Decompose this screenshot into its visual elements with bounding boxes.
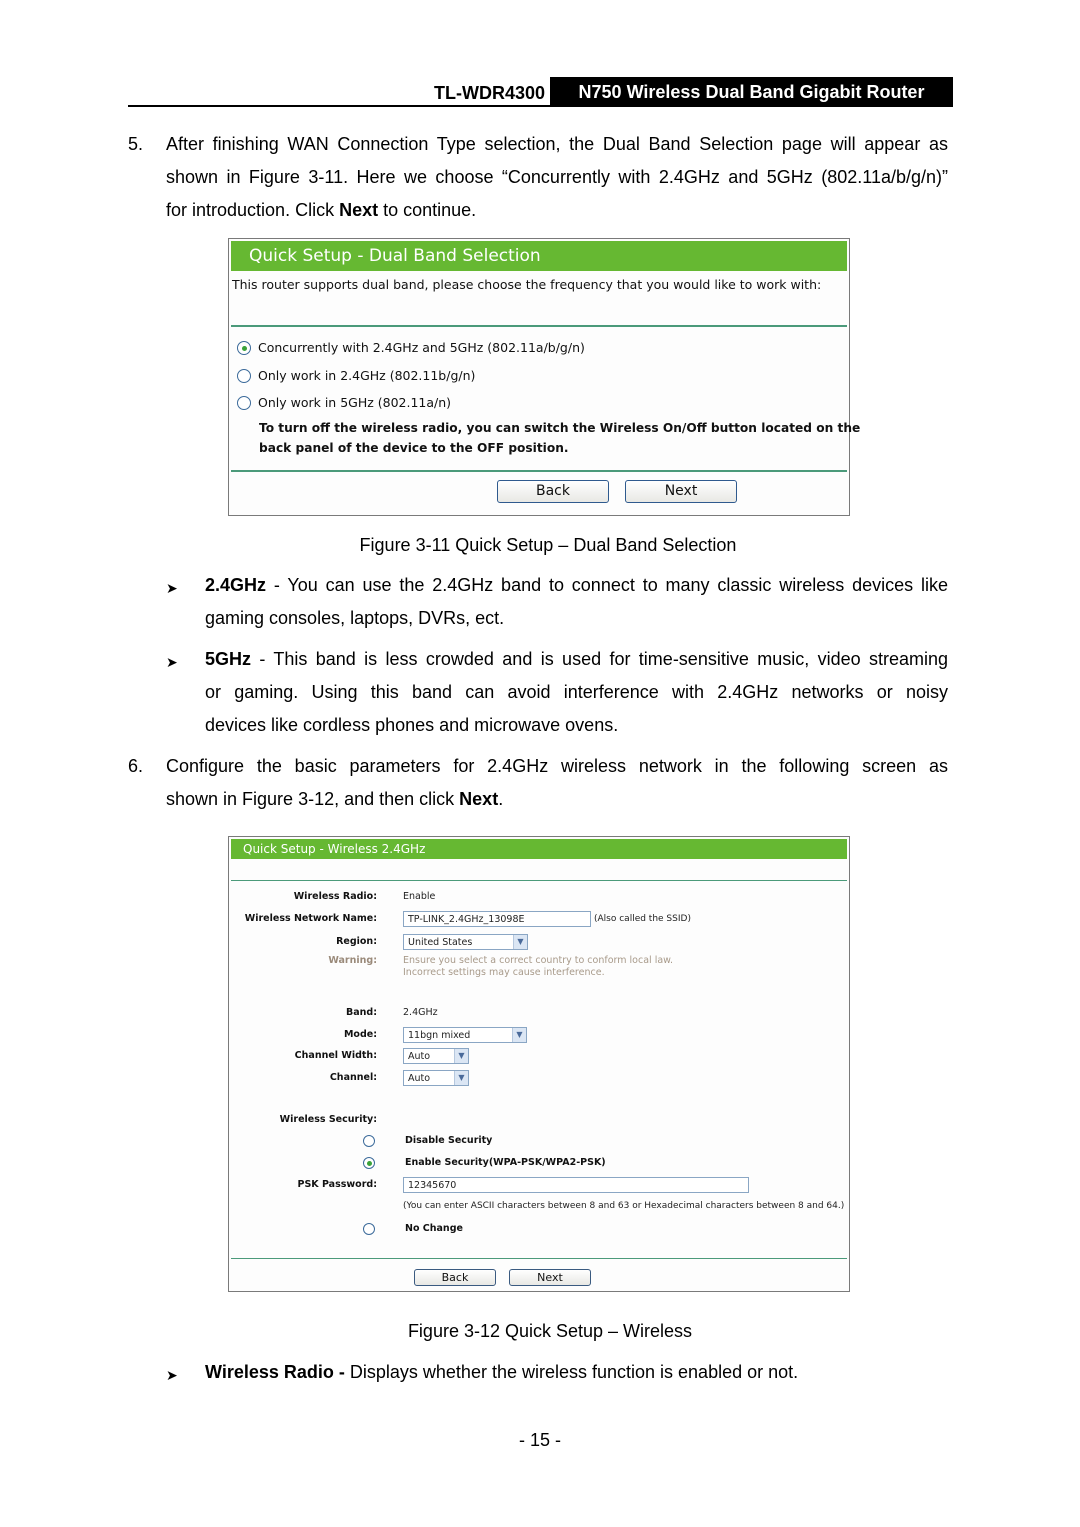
channel-width-selected-value: Auto	[408, 1051, 431, 1062]
separator	[231, 325, 847, 327]
figure-dual-band-selection: Quick Setup - Dual Band Selection This r…	[228, 238, 860, 516]
bullet-line: 2.4GHz - You can use the 2.4GHz band to …	[205, 569, 948, 602]
back-button[interactable]: Back	[497, 480, 609, 503]
psk-password-label: PSK Password:	[297, 1179, 378, 1190]
chevron-down-icon: ▼	[513, 935, 527, 949]
radio-enable-security[interactable]	[363, 1157, 375, 1169]
step-6-text: Configure the basic parameters for 2.4GH…	[166, 750, 948, 816]
bullet-term: Wireless Radio -	[205, 1362, 345, 1382]
chevron-down-icon: ▼	[512, 1028, 526, 1042]
text: for introduction. Click	[166, 200, 340, 220]
bullet-5ghz: 5GHz - This band is less crowded and is …	[205, 643, 948, 742]
separator	[231, 880, 847, 881]
text: .	[498, 789, 504, 809]
step-5-line-2: shown in Figure 3-11. Here we choose “Co…	[166, 167, 948, 187]
chevron-down-icon: ▼	[454, 1071, 468, 1085]
next-button[interactable]: Next	[625, 480, 737, 503]
bullet-line: 5GHz - This band is less crowded and is …	[205, 643, 948, 676]
mode-selected-value: 11bgn mixed	[408, 1030, 471, 1041]
enable-security-label: Enable Security(WPA-PSK/WPA2-PSK)	[405, 1157, 606, 1168]
channel-label: Channel:	[329, 1072, 377, 1083]
psk-note: (You can enter ASCII characters between …	[403, 1201, 845, 1211]
radio-off-note-1: To turn off the wireless radio, you can …	[259, 421, 861, 435]
step-5-line-3: for introduction. Click Next to continue…	[166, 194, 948, 227]
psk-password-input[interactable]: 12345670	[403, 1177, 749, 1193]
option-concurrent-label: Concurrently with 2.4GHz and 5GHz (802.1…	[258, 340, 585, 355]
radio-no-change[interactable]	[363, 1223, 375, 1235]
ssid-input[interactable]: TP-LINK_2.4GHz_13098E	[403, 911, 591, 927]
header-product: N750 Wireless Dual Band Gigabit Router	[550, 77, 953, 107]
figure-title: Quick Setup - Wireless 2.4GHz	[231, 839, 847, 859]
radio-off-note-2: back panel of the device to the OFF posi…	[259, 441, 569, 455]
next-button[interactable]: Next	[509, 1269, 591, 1286]
header-model: TL-WDR4300	[433, 83, 545, 103]
region-label: Region:	[336, 936, 377, 947]
radio-concurrent[interactable]	[237, 341, 251, 355]
option-5ghz-label: Only work in 5GHz (802.11a/n)	[258, 395, 452, 410]
bullet-line: gaming consoles, laptops, DVRs, ect.	[205, 608, 505, 628]
text: Displays whether the wireless function i…	[344, 1362, 799, 1382]
page-header: TL-WDR4300 N750 Wireless Dual Band Gigab…	[128, 77, 953, 107]
wireless-radio-value: Enable	[403, 891, 436, 902]
bullet-2-4ghz: 2.4GHz - You can use the 2.4GHz band to …	[205, 569, 948, 635]
page-number: - 15 -	[518, 1430, 561, 1450]
separator	[231, 470, 847, 472]
step-6-number: 6.	[128, 756, 144, 776]
bullet-line: devices like cordless phones and microwa…	[205, 715, 619, 735]
intro-text: This router supports dual band, please c…	[232, 277, 822, 292]
text: - You can use the 2.4GHz band to connect…	[266, 575, 948, 595]
back-button[interactable]: Back	[414, 1269, 496, 1286]
radio-disable-security[interactable]	[363, 1135, 375, 1147]
text: shown in Figure 3-12, and then click	[166, 789, 460, 809]
region-select[interactable]: United States ▼	[403, 934, 528, 950]
bullet-term: 5GHz	[205, 649, 252, 669]
step-6-line-2: shown in Figure 3-12, and then click Nex…	[166, 783, 948, 816]
bullet-arrow-icon: ➤	[166, 580, 178, 596]
step-5-number: 5.	[128, 134, 144, 154]
region-selected-value: United States	[408, 937, 473, 948]
bullet-arrow-icon: ➤	[166, 1367, 178, 1383]
figure-title: Quick Setup - Dual Band Selection	[231, 241, 847, 271]
warning-line-2: Incorrect settings may cause interferenc…	[403, 967, 605, 978]
bullet-wireless-radio: Wireless Radio - Displays whether the wi…	[205, 1356, 948, 1389]
band-label: Band:	[345, 1007, 377, 1018]
no-change-label: No Change	[405, 1223, 463, 1234]
figure-3-11-caption: Figure 3-11 Quick Setup – Dual Band Sele…	[359, 535, 737, 555]
channel-width-label: Channel Width:	[294, 1050, 377, 1061]
ssid-note: (Also called the SSID)	[594, 914, 691, 924]
text: to continue.	[378, 200, 477, 220]
channel-select[interactable]: Auto ▼	[403, 1070, 469, 1086]
figure-wireless-2-4ghz: Quick Setup - Wireless 2.4GHz Wireless R…	[228, 836, 850, 1292]
bullet-term: 2.4GHz	[205, 575, 267, 595]
mode-label: Mode:	[343, 1029, 377, 1040]
warning-text: Ensure you select a correct country to c…	[403, 955, 673, 979]
step-5-line-1: After finishing WAN Connection Type sele…	[166, 134, 948, 154]
next-keyword: Next	[459, 789, 499, 809]
chevron-down-icon: ▼	[454, 1049, 468, 1063]
radio-2-4ghz-only[interactable]	[237, 369, 251, 383]
text: - This band is less crowded and is used …	[251, 649, 948, 669]
channel-selected-value: Auto	[408, 1073, 431, 1084]
bullet-line: or gaming. Using this band can avoid int…	[205, 682, 948, 702]
step-6-line-1: Configure the basic parameters for 2.4GH…	[166, 756, 948, 776]
separator	[231, 1258, 847, 1259]
warning-label: Warning:	[328, 955, 377, 966]
channel-width-select[interactable]: Auto ▼	[403, 1048, 469, 1064]
disable-security-label: Disable Security	[405, 1135, 493, 1146]
ssid-label: Wireless Network Name:	[244, 913, 377, 924]
next-keyword: Next	[339, 200, 379, 220]
radio-5ghz-only[interactable]	[237, 396, 251, 410]
band-value: 2.4GHz	[403, 1007, 438, 1018]
warning-line-1: Ensure you select a correct country to c…	[403, 955, 674, 966]
step-5-text: After finishing WAN Connection Type sele…	[166, 128, 948, 227]
option-2-4ghz-label: Only work in 2.4GHz (802.11b/g/n)	[258, 368, 476, 383]
bullet-arrow-icon: ➤	[166, 654, 178, 670]
mode-select[interactable]: 11bgn mixed ▼	[403, 1027, 527, 1043]
figure-3-12-caption: Figure 3-12 Quick Setup – Wireless	[407, 1321, 693, 1341]
wireless-radio-label: Wireless Radio:	[293, 891, 377, 902]
wireless-security-label: Wireless Security:	[279, 1114, 377, 1125]
bullet-line: Wireless Radio - Displays whether the wi…	[205, 1356, 948, 1389]
header-rule	[128, 105, 953, 107]
